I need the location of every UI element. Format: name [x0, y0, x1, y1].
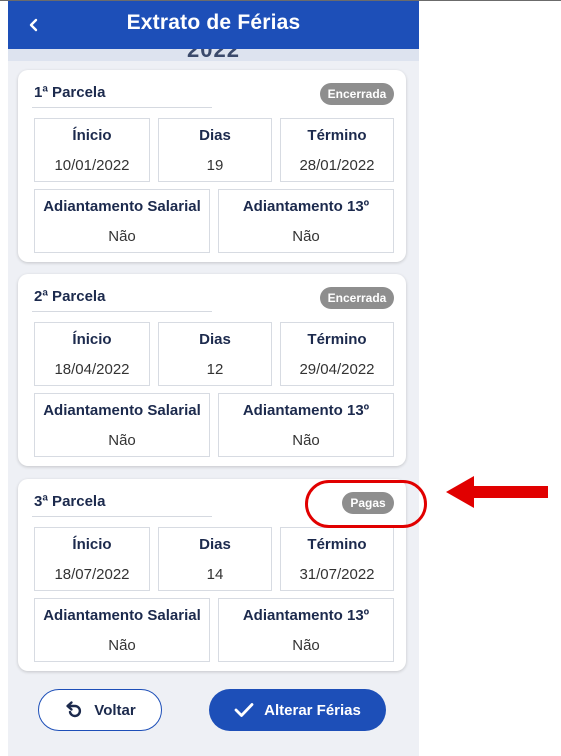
- adiantamento-13-cell: Adiantamento 13º Não: [218, 393, 394, 457]
- inicio-value: 10/01/2022: [54, 157, 130, 174]
- status-badge: Encerrada: [320, 83, 394, 105]
- alterar-ferias-button[interactable]: Alterar Férias: [209, 689, 386, 731]
- termino-label: Término: [307, 536, 367, 553]
- adiantamento-salarial-cell: Adiantamento Salarial Não: [34, 189, 210, 253]
- adiantamento-13-value: Não: [292, 432, 320, 449]
- adiantamento-salarial-label: Adiantamento Salarial: [43, 607, 201, 624]
- title-divider: [32, 516, 212, 517]
- parcela-title: 3ª Parcela: [34, 493, 106, 510]
- dias-cell: Dias 14: [158, 527, 272, 591]
- parcela-title: 1ª Parcela: [34, 84, 106, 101]
- phone-screen: Extrato de Férias 2022 1ª Parcela Encerr…: [8, 1, 419, 756]
- year-header: 2022: [8, 49, 419, 61]
- voltar-button[interactable]: Voltar: [38, 689, 162, 731]
- title-divider: [32, 311, 212, 312]
- inicio-label: Ínicio: [72, 536, 112, 553]
- adiantamento-salarial-value: Não: [108, 228, 136, 245]
- annotation-highlight-ring: [305, 480, 427, 528]
- dias-value: 14: [206, 566, 224, 583]
- dias-label: Dias: [199, 331, 231, 348]
- dias-cell: Dias 19: [158, 118, 272, 182]
- adiantamento-salarial-value: Não: [108, 637, 136, 654]
- parcela-card-2: 2ª Parcela Encerrada Ínicio 18/04/2022 D…: [18, 274, 406, 466]
- adiantamento-salarial-cell: Adiantamento Salarial Não: [34, 393, 210, 457]
- parcela-title: 2ª Parcela: [34, 288, 106, 305]
- adiantamento-13-cell: Adiantamento 13º Não: [218, 189, 394, 253]
- status-badge: Encerrada: [320, 287, 394, 309]
- termino-cell: Término 31/07/2022: [280, 527, 394, 591]
- inicio-label: Ínicio: [72, 331, 112, 348]
- inicio-value: 18/04/2022: [54, 361, 130, 378]
- page-title: Extrato de Férias: [126, 11, 301, 34]
- inicio-value: 18/07/2022: [54, 566, 130, 583]
- year-label: 2022: [8, 49, 419, 61]
- inicio-cell: Ínicio 10/01/2022: [34, 118, 150, 182]
- termino-value: 28/01/2022: [299, 157, 375, 174]
- termino-cell: Término 28/01/2022: [280, 118, 394, 182]
- termino-label: Término: [307, 127, 367, 144]
- dias-label: Dias: [199, 127, 231, 144]
- adiantamento-salarial-value: Não: [108, 432, 136, 449]
- termino-value: 29/04/2022: [299, 361, 375, 378]
- inicio-cell: Ínicio 18/04/2022: [34, 322, 150, 386]
- termino-label: Término: [307, 331, 367, 348]
- voltar-label: Voltar: [94, 701, 136, 719]
- adiantamento-13-value: Não: [292, 228, 320, 245]
- title-divider: [32, 107, 212, 108]
- undo-arrow-icon: [66, 701, 82, 718]
- adiantamento-13-cell: Adiantamento 13º Não: [218, 598, 394, 662]
- adiantamento-13-label: Adiantamento 13º: [242, 402, 370, 419]
- annotation-arrow-icon: [446, 476, 548, 508]
- parcela-card-1: 1ª Parcela Encerrada Ínicio 10/01/2022 D…: [18, 70, 406, 262]
- adiantamento-salarial-cell: Adiantamento Salarial Não: [34, 598, 210, 662]
- inicio-label: Ínicio: [72, 127, 112, 144]
- adiantamento-13-label: Adiantamento 13º: [242, 607, 370, 624]
- adiantamento-salarial-label: Adiantamento Salarial: [43, 198, 201, 215]
- dias-value: 12: [206, 361, 224, 378]
- check-icon: [234, 703, 254, 717]
- alterar-ferias-label: Alterar Férias: [264, 701, 361, 719]
- app-bar: Extrato de Férias: [8, 1, 419, 49]
- dias-value: 19: [206, 157, 224, 174]
- inicio-cell: Ínicio 18/07/2022: [34, 527, 150, 591]
- dias-label: Dias: [199, 536, 231, 553]
- adiantamento-salarial-label: Adiantamento Salarial: [43, 402, 201, 419]
- termino-cell: Término 29/04/2022: [280, 322, 394, 386]
- dias-cell: Dias 12: [158, 322, 272, 386]
- adiantamento-13-value: Não: [292, 637, 320, 654]
- termino-value: 31/07/2022: [299, 566, 375, 583]
- adiantamento-13-label: Adiantamento 13º: [242, 198, 370, 215]
